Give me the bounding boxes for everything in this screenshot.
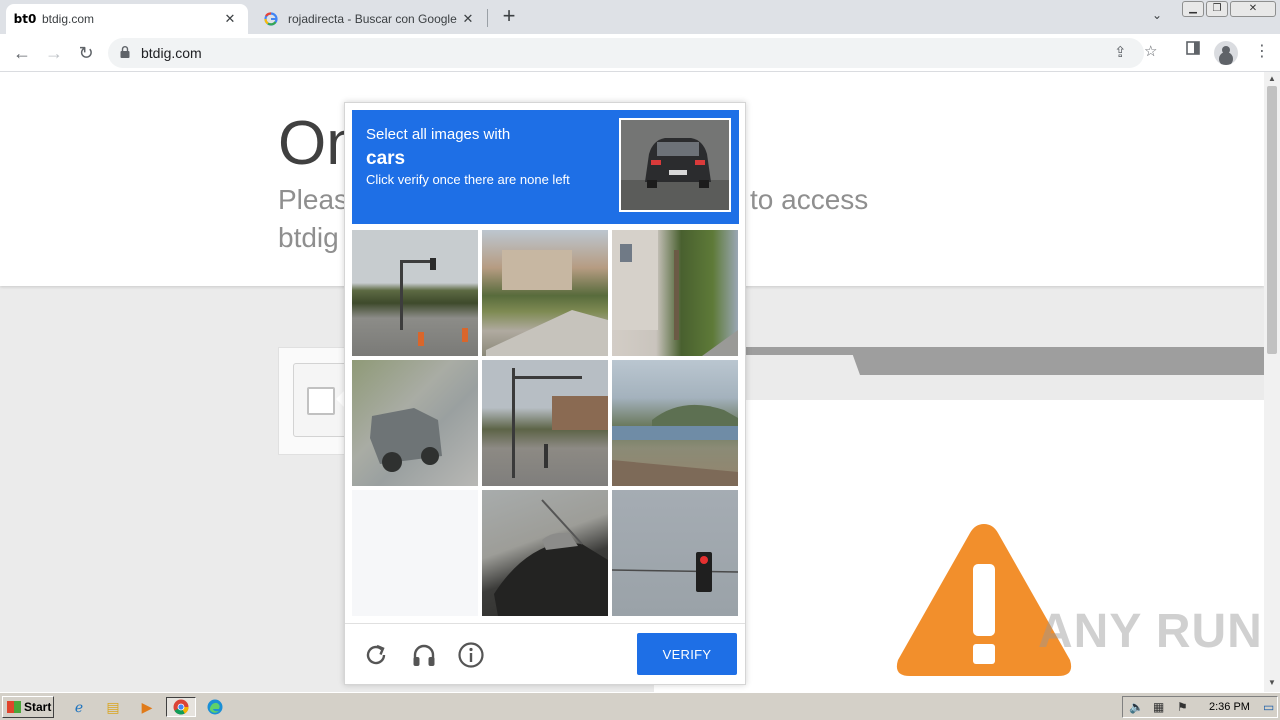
system-tray: 🔈 ▦ ⚑ 2:36 PM ▭ xyxy=(1122,696,1278,718)
action-center-flag-icon[interactable]: ⚑ xyxy=(1177,700,1188,714)
captcha-tile[interactable] xyxy=(482,490,608,616)
tab-separator xyxy=(487,9,488,27)
page-subtitle: Pleas xyxy=(278,184,349,215)
new-tab-button[interactable]: + xyxy=(498,5,520,27)
anyrun-watermark: ANY RUN xyxy=(1038,605,1263,658)
forward-arrow-icon[interactable]: → xyxy=(42,41,66,65)
verify-button[interactable]: VERIFY xyxy=(637,633,737,675)
captcha-tile[interactable] xyxy=(612,230,738,356)
captcha-footer-divider xyxy=(345,623,745,624)
scroll-up-arrow-icon[interactable]: ▲ xyxy=(1268,74,1276,83)
window-controls: ▁ ❐ ✕ xyxy=(1182,1,1276,17)
close-tab-icon[interactable]: ✕ xyxy=(460,11,476,27)
reload-icon[interactable]: ↻ xyxy=(74,41,98,65)
scroll-thumb[interactable] xyxy=(1267,86,1277,354)
captcha-tile[interactable] xyxy=(612,360,738,486)
captcha-example-car-image xyxy=(619,118,731,212)
tab-title: btdig.com xyxy=(42,12,95,26)
volume-icon[interactable]: 🔈 xyxy=(1129,700,1144,714)
btdig-favicon-icon: bt0 xyxy=(13,12,37,26)
windows-taskbar: Start ℯ ▤ ▶ 🔈 ▦ ⚑ 2:36 PM ▭ xyxy=(0,692,1280,720)
start-button[interactable]: Start xyxy=(2,696,54,718)
lock-icon[interactable] xyxy=(120,46,130,58)
captcha-tile[interactable] xyxy=(482,230,608,356)
address-bar[interactable]: btdig.com ⇪ ☆ xyxy=(108,38,1157,68)
captcha-tile[interactable] xyxy=(612,490,738,616)
windows-logo-icon xyxy=(7,701,21,713)
restore-button[interactable]: ❐ xyxy=(1206,1,1228,17)
scroll-down-arrow-icon[interactable]: ▼ xyxy=(1268,678,1276,687)
captcha-tile[interactable] xyxy=(352,230,478,356)
captcha-challenge-dialog: Select all images with cars Click verify… xyxy=(344,102,746,685)
captcha-tile[interactable] xyxy=(352,490,478,616)
start-label: Start xyxy=(24,700,52,714)
taskbar-clock: 2:36 PM xyxy=(1209,701,1250,713)
media-player-icon[interactable]: ▶ xyxy=(136,697,158,717)
page-subtitle-domain: btdig xyxy=(278,222,339,253)
internet-explorer-icon[interactable]: ℯ xyxy=(68,697,90,717)
kebab-menu-icon[interactable]: ⋮ xyxy=(1254,41,1270,61)
file-explorer-icon[interactable]: ▤ xyxy=(102,697,124,717)
side-panel-icon[interactable] xyxy=(1186,41,1200,60)
vertical-scrollbar[interactable]: ▲ ▼ xyxy=(1264,72,1280,692)
window-close-button[interactable]: ✕ xyxy=(1230,1,1276,17)
chrome-taskbar-icon[interactable] xyxy=(166,697,196,717)
page-subtitle-tail: to access xyxy=(750,184,869,215)
edge-icon[interactable] xyxy=(204,697,226,717)
close-tab-icon[interactable]: ✕ xyxy=(222,11,238,27)
bookmark-star-icon[interactable]: ☆ xyxy=(1144,42,1157,60)
browser-toolbar: ← → ↻ btdig.com ⇪ ☆ ⋮ xyxy=(0,34,1280,72)
tab-google-search[interactable]: rojadirecta - Buscar con Google ✕ xyxy=(252,4,486,34)
challenge-checkbox[interactable] xyxy=(307,387,335,415)
tab-btdig[interactable]: bt0 btdig.com ✕ xyxy=(6,4,248,34)
show-desktop-icon[interactable]: ▭ xyxy=(1263,700,1274,714)
captcha-prompt-header: Select all images with cars Click verify… xyxy=(352,110,739,224)
network-icon[interactable]: ▦ xyxy=(1153,700,1164,714)
google-g-icon xyxy=(262,11,280,27)
url-text: btdig.com xyxy=(141,45,202,61)
captcha-target-word: cars xyxy=(366,148,406,169)
audio-headphones-icon[interactable] xyxy=(410,641,438,669)
captcha-tile[interactable] xyxy=(352,360,478,486)
captcha-image-grid xyxy=(352,230,739,616)
browser-tab-strip: bt0 btdig.com ✕ rojadirecta - Buscar con… xyxy=(0,0,1280,34)
back-arrow-icon[interactable]: ← xyxy=(10,41,34,65)
page-tab-shape xyxy=(740,355,860,375)
tab-title: rojadirecta - Buscar con Google xyxy=(288,12,457,26)
tab-search-chevron-icon[interactable]: ⌄ xyxy=(1152,8,1162,22)
refresh-icon[interactable] xyxy=(362,641,390,669)
minimize-button[interactable]: ▁ xyxy=(1182,1,1204,17)
profile-avatar-icon[interactable] xyxy=(1214,41,1238,65)
captcha-tile[interactable] xyxy=(482,360,608,486)
captcha-hint-text: Click verify once there are none left xyxy=(366,172,570,187)
captcha-prompt-text: Select all images with xyxy=(366,126,511,143)
share-icon[interactable]: ⇪ xyxy=(1114,43,1127,61)
info-icon[interactable] xyxy=(457,641,485,669)
